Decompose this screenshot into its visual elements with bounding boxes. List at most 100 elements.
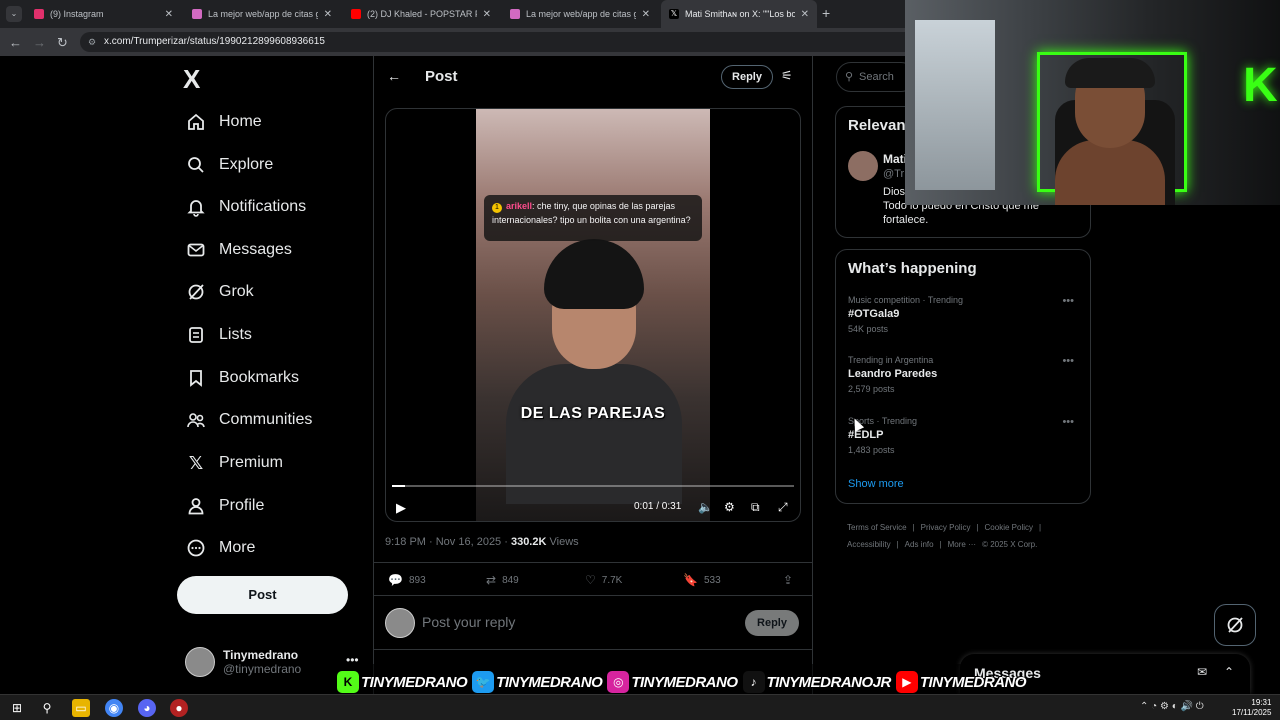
tiktok-icon: ♪ [742,671,765,693]
browser-tab[interactable]: (2) DJ Khaled - POPSTAR Feat. D ✕ [343,0,499,28]
more-circle-icon [185,537,207,559]
fullscreen-icon[interactable]: ⤢ [778,500,788,515]
video-frame: 1 arikell: che tiny, que opinas de las pa… [476,109,710,521]
reply-header-button[interactable]: Reply [721,65,773,89]
video-progress-bar[interactable] [392,485,794,487]
grok-floating-button[interactable] [1214,604,1256,646]
more-horizontal-icon[interactable]: ••• [1062,295,1074,307]
footer-separator: | [976,523,979,532]
views-label: Views [546,536,579,548]
close-tab-icon[interactable]: ✕ [165,9,173,20]
person-icon [185,495,207,517]
nav-item-home[interactable]: Home [185,107,262,137]
close-tab-icon[interactable]: ✕ [483,9,491,20]
avatar[interactable] [848,151,878,181]
post-action-bar: 💬 893 ⇄ 849 ♡ 7.7K 🔖 533 ⇪ [373,562,813,596]
nav-item-premium[interactable]: 𝕏 Premium [185,448,283,478]
discord-icon[interactable]: ◕ [138,699,156,717]
webcam-overlay: K [905,0,1280,205]
picture-in-picture-icon[interactable]: ⧉ [751,500,760,515]
repost-action[interactable]: ⇄ 849 [486,573,519,587]
tab-title: La mejor web/app de citas grat [526,9,636,19]
settings-gear-icon[interactable]: ⚙ [724,500,735,514]
repost-count: 849 [502,574,519,586]
tray-icons[interactable]: ⌃ ◔ ⚙ ◐ 🔊 ⏻ [1140,701,1204,712]
home-icon [185,111,207,133]
cookie-link[interactable]: Cookie Policy [985,523,1033,532]
reply-submit-button[interactable]: Reply [745,610,799,636]
address-bar[interactable]: ⚙ x.com/Trumperizar/status/1990212899608… [80,32,920,52]
search-icon[interactable]: ⚲ [38,699,56,717]
reload-icon[interactable]: ↻ [57,35,68,51]
tab-search-button[interactable]: ⌄ [6,6,22,22]
nav-item-explore[interactable]: Explore [185,150,273,180]
site-info-icon[interactable]: ⚙ [88,32,96,52]
nav-label: Home [219,113,262,130]
windows-start-icon[interactable]: ⊞ [8,699,26,717]
whats-happening-card: What’s happening Music competition · Tre… [835,249,1091,504]
terms-link[interactable]: Terms of Service [847,523,907,532]
close-tab-icon[interactable]: ✕ [642,9,650,20]
kick-handle-text: TINYMEDRANO [361,673,468,691]
kick-neon-logo: K [1243,59,1278,112]
trend-item[interactable]: Sports · Trending #EDLP 1,483 posts ••• [848,416,1080,472]
taskbar-clock[interactable]: 19:31 17/11/2025 [1232,698,1271,718]
close-tab-icon[interactable]: ✕ [801,9,809,20]
bookmark-count: 533 [703,574,721,586]
trend-item[interactable]: Music competition · Trending #OTGala9 54… [848,295,1080,351]
nav-item-more[interactable]: More [185,533,255,563]
nav-item-grok[interactable]: Grok [185,277,254,307]
nav-item-messages[interactable]: Messages [185,235,292,265]
post-button[interactable]: Post [177,576,348,614]
x-favicon-icon: 𝕏 [669,9,679,19]
obs-icon[interactable]: ● [170,699,188,717]
share-action[interactable]: ⇪ [783,573,799,587]
bookmark-action[interactable]: 🔖 533 [683,573,721,587]
accessibility-link[interactable]: Accessibility [847,540,891,549]
tab-title: (2) DJ Khaled - POPSTAR Feat. D [367,9,477,19]
nav-item-bookmarks[interactable]: Bookmarks [185,363,299,393]
nav-item-profile[interactable]: Profile [185,491,264,521]
nav-item-notifications[interactable]: Notifications [185,192,306,222]
browser-tab-active[interactable]: 𝕏 Mati Smithᴀɴ on X: ""Los bolivi ✕ [661,0,817,28]
more-horizontal-icon[interactable]: ••• [1062,355,1074,367]
search-icon: ⚲ [845,71,854,83]
compose-message-icon[interactable]: ✉ [1197,665,1207,679]
instagram-favicon-icon [34,9,44,19]
heart-icon: ♡ [585,573,596,587]
new-tab-plus-icon[interactable]: + [822,5,830,21]
privacy-link[interactable]: Privacy Policy [921,523,971,532]
back-arrow-icon[interactable]: ← [387,68,401,84]
browser-tab[interactable]: (9) Instagram ✕ [26,0,181,28]
nav-label: Notifications [219,198,307,215]
forward-arrow-icon[interactable]: → [33,35,46,50]
relevant-user-name[interactable]: Mati [883,152,907,166]
more-horizontal-icon[interactable]: ••• [1062,416,1074,428]
reply-action[interactable]: 💬 893 [388,573,426,587]
more-link[interactable]: More ··· [948,540,976,549]
file-explorer-icon[interactable]: ▭ [72,699,90,717]
video-player[interactable]: 1 arikell: che tiny, que opinas de las pa… [385,108,801,522]
expand-up-icon[interactable]: ⌃ [1224,665,1234,679]
card-title: Relevan [848,117,906,134]
back-arrow-icon[interactable]: ← [9,35,22,50]
like-action[interactable]: ♡ 7.7K [585,573,622,587]
close-tab-icon[interactable]: ✕ [324,9,332,20]
ads-info-link[interactable]: Ads info [905,540,934,549]
video-caption: DE LAS PAREJAS [520,405,666,422]
chrome-icon[interactable]: ◉ [105,699,123,717]
trend-item[interactable]: Trending in Argentina Leandro Paredes 2,… [848,355,1080,411]
browser-tab[interactable]: La mejor web/app de citas grat ✕ [502,0,658,28]
nav-item-communities[interactable]: Communities [185,405,312,435]
search-input[interactable]: ⚲ Search [836,62,916,92]
volume-icon[interactable]: 🔈 [698,500,713,514]
nav-item-lists[interactable]: Lists [185,320,252,350]
browser-tab[interactable]: La mejor web/app de citas grat ✕ [184,0,340,28]
play-icon[interactable]: ▶ [396,500,406,516]
show-more-link[interactable]: Show more [848,478,904,490]
x-logo-icon[interactable]: X [183,64,200,95]
reply-input[interactable]: Post your reply [422,614,515,630]
tune-icon[interactable]: ⚟ [781,68,793,84]
account-switcher[interactable]: Tinymedrano @tinymedrano [185,644,301,680]
video-person-hair [544,239,644,309]
